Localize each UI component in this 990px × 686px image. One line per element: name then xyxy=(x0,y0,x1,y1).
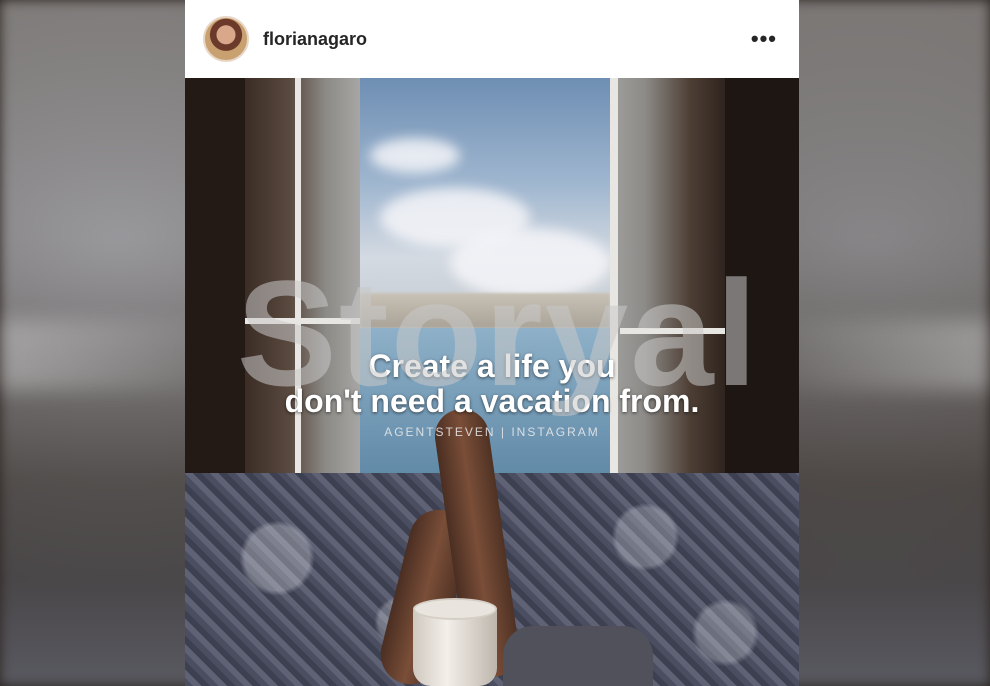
shorts xyxy=(503,626,653,686)
post-header: florianagaro ••• xyxy=(185,0,799,78)
image-credit: AGENTSTEVEN | INSTAGRAM xyxy=(384,425,600,439)
watermark: Storyal xyxy=(236,249,760,417)
username[interactable]: florianagaro xyxy=(263,29,367,50)
avatar[interactable] xyxy=(203,16,249,62)
coffee-cup-rim xyxy=(413,598,497,620)
more-options-icon[interactable]: ••• xyxy=(747,26,781,52)
